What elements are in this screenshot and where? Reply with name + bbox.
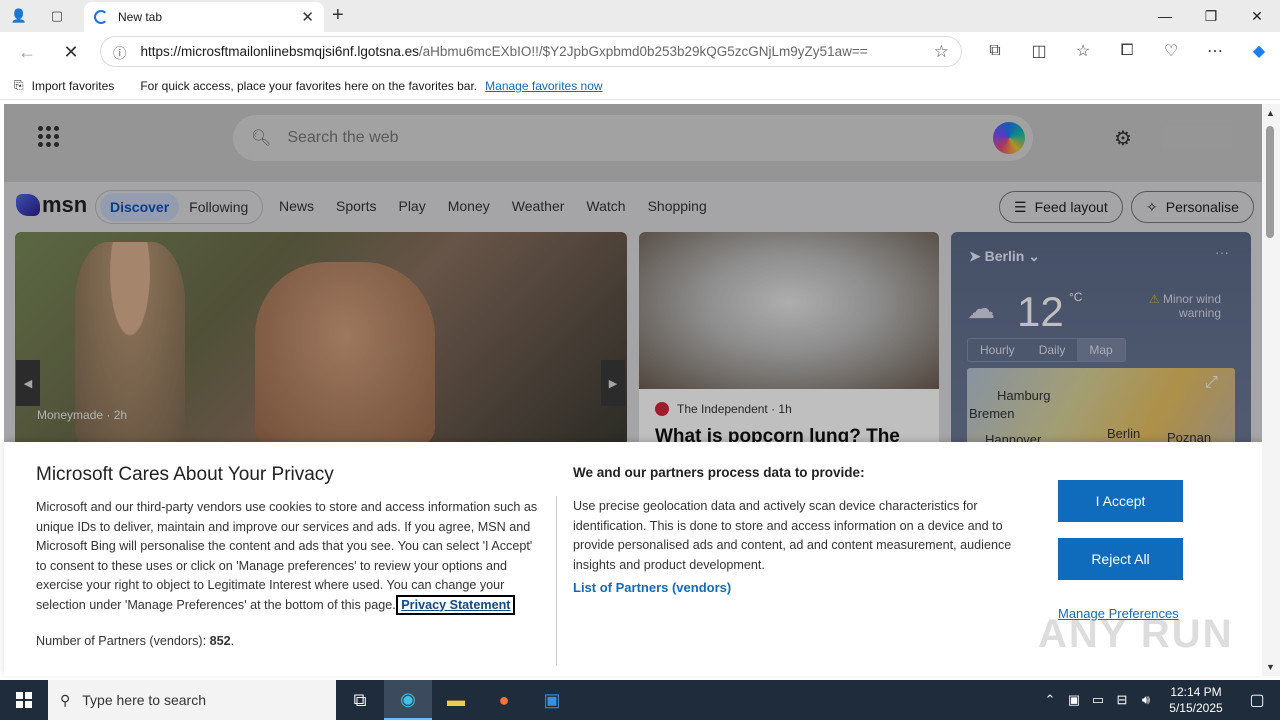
tray-device-icon[interactable]: ▭ [1086,692,1110,708]
scroll-up-icon[interactable]: ▲ [1266,108,1275,118]
purpose-title: We and our partners process data to prov… [573,465,865,480]
tab-title: New tab [118,10,163,24]
browser-essentials-icon[interactable]: ♡ [1152,36,1190,66]
scrollbar-thumb[interactable] [1266,126,1274,238]
consent-body-text: Microsoft and our third-party vendors us… [36,500,538,612]
file-explorer-icon[interactable]: ▬ [432,680,480,720]
start-button[interactable] [0,680,48,720]
import-favorites-icon[interactable]: ⎘ [14,78,24,93]
manage-preferences-link[interactable]: Manage Preferences [1058,606,1179,621]
consent-divider [556,496,557,666]
firefox-icon[interactable]: ● [480,680,528,720]
scroll-down-icon[interactable]: ▼ [1266,662,1275,672]
restore-button[interactable]: ❐ [1188,0,1234,32]
more-menu-icon[interactable]: ⋯ [1196,36,1234,66]
accept-button[interactable]: I Accept [1058,480,1183,522]
windows-taskbar: ⚲ Type here to search ⧉ ◉ ▬ ● ▣ ⌃ ▣ ▭ ⊟ 🔊… [0,680,1280,720]
stop-loading-button[interactable]: ✕ [54,35,88,69]
favorites-hint: For quick access, place your favorites h… [140,78,478,93]
copilot-icon[interactable]: ◆ [1240,36,1278,66]
network-icon[interactable]: ⊟ [1110,692,1134,708]
clock-date: 5/15/2025 [1169,701,1223,715]
address-bar[interactable]: ⓘ https://microsftmailonlinebsmqjsi6nf.l… [100,36,962,67]
favorites-icon[interactable]: ☆ [1064,36,1102,66]
tray-outlook-icon[interactable]: ▣ [1062,692,1086,708]
consent-body: Microsoft and our third-party vendors us… [36,498,544,615]
address-toolbar: ← ✕ ⓘ https://microsftmailonlinebsmqjsi6… [0,32,1280,72]
minimize-button[interactable]: — [1142,0,1188,32]
outlook-icon[interactable]: ▣ [528,680,576,720]
windows-logo-icon [16,692,32,708]
close-tab-icon[interactable]: ✕ [301,8,314,26]
consent-title: Microsoft Cares About Your Privacy [36,464,334,485]
edge-taskbar-icon[interactable]: ◉ [384,680,432,720]
url-host: https://microsftmailonlinebsmqjsi6nf.lgo… [140,44,419,59]
tray-overflow-icon[interactable]: ⌃ [1038,692,1062,708]
page-dim-overlay [4,104,1262,442]
reject-all-button[interactable]: Reject All [1058,538,1183,580]
site-info-icon[interactable]: ⓘ [113,42,127,62]
close-window-button[interactable]: ✕ [1234,0,1280,32]
taskbar-search[interactable]: ⚲ Type here to search [48,680,336,720]
manage-favorites-link[interactable]: Manage favorites now [485,79,602,93]
page-scrollbar[interactable]: ▲ ▼ [1262,104,1280,676]
split-screen-icon[interactable]: ◫ [1020,36,1058,66]
tab-new-tab[interactable]: New tab ✕ [84,2,324,32]
taskbar-search-placeholder: Type here to search [82,692,207,708]
browser-tools: ⧉ ◫ ☆ ⧠ ♡ ⋯ ◆ [976,36,1278,66]
tab-actions-icon[interactable]: ▢ [38,0,76,32]
clock-time: 12:14 PM [1170,685,1222,699]
new-tab-button[interactable]: + [332,4,344,27]
extensions-icon[interactable]: ⧉ [976,36,1014,66]
notification-center-icon[interactable]: ▢ [1234,690,1280,710]
task-view-icon[interactable]: ⧉ [336,680,384,720]
privacy-consent-banner: Microsoft Cares About Your Privacy Micro… [4,442,1262,676]
partners-count-label: Number of Partners (vendors): [36,634,207,648]
list-of-partners-link[interactable]: List of Partners (vendors) [573,580,731,595]
partners-count-value: 852 [209,634,231,648]
purpose-body: Use precise geolocation data and activel… [573,499,1012,572]
import-favorites-button[interactable]: Import favorites [32,79,115,93]
browser-titlebar: 👤 ▢ New tab ✕ + — ❐ ✕ [0,0,1280,32]
privacy-statement-link[interactable]: Privacy Statement [396,594,516,615]
taskbar-clock[interactable]: 12:14 PM 5/15/2025 [1158,684,1234,716]
profile-icon[interactable]: 👤 [0,0,38,32]
system-tray: ⌃ ▣ ▭ ⊟ 🔊︎ 12:14 PM 5/15/2025 ▢ [1038,680,1280,720]
back-button[interactable]: ← [10,35,44,69]
favorite-star-icon[interactable]: ☆ [934,42,949,62]
favorites-bar: ⎘ Import favorites For quick access, pla… [0,72,1280,100]
search-icon: ⚲ [60,691,71,708]
collections-icon[interactable]: ⧠ [1108,36,1146,66]
volume-icon[interactable]: 🔊︎ [1134,692,1158,708]
window-controls: — ❐ ✕ [1142,0,1280,32]
partners-count: Number of Partners (vendors): 852. [36,634,235,648]
url-path: /aHbmu6mcEXbIO!!/$Y2JpbGxpbmd0b253b29kQG… [418,44,868,59]
loading-spinner-icon [94,10,108,24]
